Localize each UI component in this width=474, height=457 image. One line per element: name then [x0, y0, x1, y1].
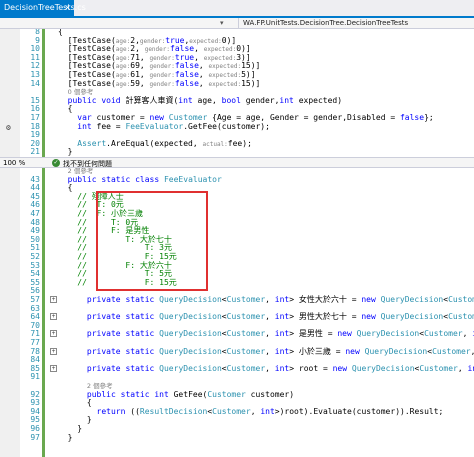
code-text: }: [58, 432, 73, 442]
line-number: 97: [30, 432, 40, 442]
line-number: 21: [30, 147, 40, 157]
editor-status-bar: 100 % ✓ 找不到任何問題: [0, 157, 474, 168]
chevron-down-icon[interactable]: ▾: [220, 18, 224, 28]
tab-label: DecisionTreeTests.cs: [4, 3, 86, 12]
nav-type-dropdown[interactable]: WA.FP.UnitTests.DecisionTree.DecisionTre…: [238, 18, 470, 28]
zoom-level[interactable]: 100 %: [3, 159, 25, 167]
code-line[interactable]: 97 }: [0, 432, 474, 443]
document-tab-bar: DecisionTreeTests.cs ×: [0, 0, 474, 18]
check-icon: ✓: [52, 159, 60, 167]
navigation-bar: ▾ WA.FP.UnitTests.DecisionTree.DecisionT…: [0, 18, 474, 29]
nav-type-value: WA.FP.UnitTests.DecisionTree.DecisionTre…: [243, 19, 409, 27]
code-text: }: [58, 147, 73, 157]
highlight-annotation-box: [96, 191, 208, 291]
tab-decisiontreetests[interactable]: DecisionTreeTests.cs ×: [0, 0, 86, 16]
code-line[interactable]: 21 }: [0, 146, 474, 157]
code-editor-bottom[interactable]: 2 個參考 43 public static class FeeEvaluator…: [0, 168, 474, 457]
code-editor-top[interactable]: ⚙ 8{9 [TestCase(age:2,gender:true,expect…: [0, 29, 474, 157]
close-icon[interactable]: ×: [64, 0, 71, 16]
